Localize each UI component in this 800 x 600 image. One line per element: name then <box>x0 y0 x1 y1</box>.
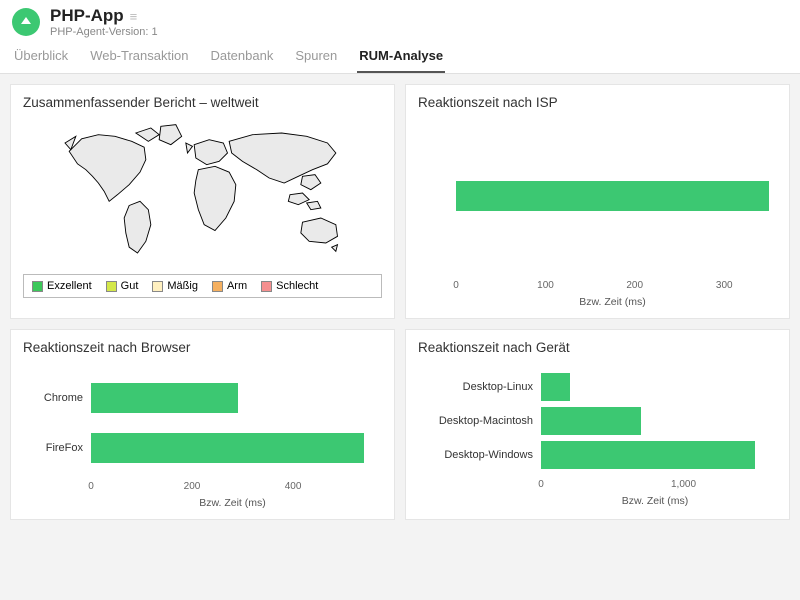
axis-browser: 0 200 400 Bzw. Zeit (ms) <box>91 481 374 509</box>
bar-chrome <box>91 383 238 413</box>
tab-web-transaction[interactable]: Web-Transaktion <box>88 44 190 73</box>
chart-isp: 0 100 200 300 Bzw. Zeit (ms) <box>418 118 777 308</box>
legend-moderate: Mäßig <box>152 280 198 292</box>
tick: 400 <box>285 481 302 492</box>
app-subtitle: PHP-Agent-Version: 1 <box>50 26 158 38</box>
bar-firefox <box>91 433 364 463</box>
panel-isp: Reaktionszeit nach ISP 0 100 200 300 Bzw… <box>405 84 790 319</box>
tick: 1,000 <box>671 479 696 490</box>
panel-browser: Reaktionszeit nach Browser Chrome FireFo… <box>10 329 395 520</box>
axis-device: 0 1,000 Bzw. Zeit (ms) <box>541 479 769 507</box>
map-legend: Exzellent Gut Mäßig Arm Schlecht <box>23 274 382 298</box>
legend-label: Gut <box>121 280 139 292</box>
bar-row: FireFox <box>31 433 374 463</box>
tick: 100 <box>537 280 554 291</box>
legend-poor: Arm <box>212 280 247 292</box>
tick: 0 <box>453 280 459 291</box>
legend-label: Schlecht <box>276 280 318 292</box>
panel-summary: Zusammenfassender Bericht – weltweit <box>10 84 395 319</box>
bar-windows <box>541 441 755 469</box>
tab-database[interactable]: Datenbank <box>208 44 275 73</box>
tick: 0 <box>538 479 544 490</box>
tick: 0 <box>88 481 94 492</box>
bar-label: Desktop-Windows <box>426 449 541 461</box>
legend-excellent: Exzellent <box>32 280 92 292</box>
panel-browser-title: Reaktionszeit nach Browser <box>23 340 382 355</box>
tabs: Überblick Web-Transaktion Datenbank Spur… <box>12 44 788 73</box>
world-map[interactable] <box>23 118 382 268</box>
axis-label: Bzw. Zeit (ms) <box>91 497 374 509</box>
header-top: PHP-App ≡ PHP-Agent-Version: 1 <box>12 6 788 38</box>
bar-label: Chrome <box>31 392 91 404</box>
tick: 300 <box>716 280 733 291</box>
axis-isp: 0 100 200 300 Bzw. Zeit (ms) <box>456 280 769 308</box>
axis-label: Bzw. Zeit (ms) <box>541 495 769 507</box>
legend-label: Arm <box>227 280 247 292</box>
legend-label: Mäßig <box>167 280 198 292</box>
axis-label: Bzw. Zeit (ms) <box>456 296 769 308</box>
dashboard-grid: Zusammenfassender Bericht – weltweit <box>0 74 800 530</box>
panel-summary-title: Zusammenfassender Bericht – weltweit <box>23 95 382 110</box>
panel-device: Reaktionszeit nach Gerät Desktop-Linux D… <box>405 329 790 520</box>
bar-row: Desktop-Windows <box>426 441 769 469</box>
bar-label: Desktop-Macintosh <box>426 415 541 427</box>
title-block: PHP-App ≡ PHP-Agent-Version: 1 <box>50 6 158 38</box>
tick: 200 <box>626 280 643 291</box>
bar-macintosh <box>541 407 641 435</box>
bar-row <box>426 181 769 211</box>
chart-device: Desktop-Linux Desktop-Macintosh Desktop-… <box>418 363 777 507</box>
legend-label: Exzellent <box>47 280 92 292</box>
tab-traces[interactable]: Spuren <box>293 44 339 73</box>
panel-isp-title: Reaktionszeit nach ISP <box>418 95 777 110</box>
chart-browser: Chrome FireFox 0 200 400 Bzw. Zeit (ms) <box>23 363 382 509</box>
legend-good: Gut <box>106 280 139 292</box>
header: PHP-App ≡ PHP-Agent-Version: 1 Überblick… <box>0 0 800 74</box>
tab-overview[interactable]: Überblick <box>12 44 70 73</box>
legend-bad: Schlecht <box>261 280 318 292</box>
bar-row: Chrome <box>31 383 374 413</box>
tick: 200 <box>184 481 201 492</box>
bar-row: Desktop-Macintosh <box>426 407 769 435</box>
app-title: PHP-App <box>50 6 124 26</box>
bar-label: FireFox <box>31 442 91 454</box>
tab-rum-analysis[interactable]: RUM-Analyse <box>357 44 445 73</box>
bar-linux <box>541 373 570 401</box>
bar-isp <box>456 181 769 211</box>
panel-device-title: Reaktionszeit nach Gerät <box>418 340 777 355</box>
bar-label: Desktop-Linux <box>426 381 541 393</box>
bar-row: Desktop-Linux <box>426 373 769 401</box>
menu-icon[interactable]: ≡ <box>130 9 138 24</box>
status-up-icon <box>12 8 40 36</box>
